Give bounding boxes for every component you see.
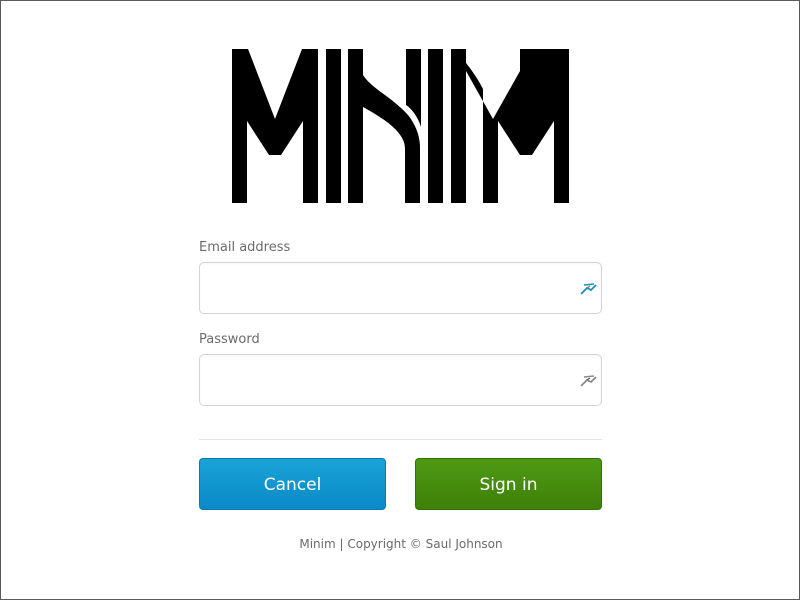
password-field-wrapper xyxy=(199,354,602,406)
cancel-button[interactable]: Cancel xyxy=(199,458,386,510)
password-manager-icon-graphic xyxy=(580,375,597,387)
form-actions: Cancel Sign in xyxy=(199,458,602,510)
password-field[interactable] xyxy=(200,355,601,405)
password-manager-icon[interactable] xyxy=(578,371,598,391)
password-label: Password xyxy=(199,332,260,347)
minim-logo xyxy=(232,49,569,203)
footer-copyright: Minim | Copyright © Saul Johnson xyxy=(299,537,503,551)
email-field-wrapper xyxy=(199,262,602,314)
email-field[interactable] xyxy=(200,263,601,313)
password-manager-icon[interactable] xyxy=(578,279,598,299)
sign-in-button[interactable]: Sign in xyxy=(415,458,602,510)
minim-logo-image xyxy=(232,49,569,203)
login-window: Email address Password Cancel Sign in Mi… xyxy=(0,0,800,600)
form-divider xyxy=(199,439,602,440)
login-form: Email address Password Cancel Sign in xyxy=(199,237,602,510)
password-manager-icon-graphic xyxy=(580,283,597,295)
email-label: Email address xyxy=(199,240,291,255)
